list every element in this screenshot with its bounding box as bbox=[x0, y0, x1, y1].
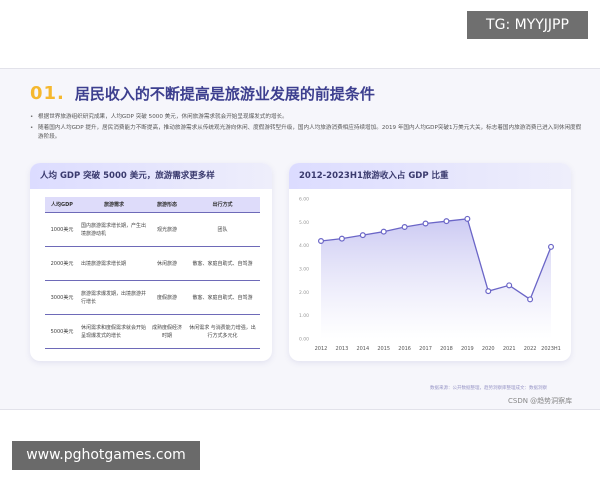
table-cell: 国内旅游需求增长期，产生出境旅游动机 bbox=[79, 212, 149, 247]
table-cell: 5000美元 bbox=[45, 314, 79, 349]
x-tick-label: 2018 bbox=[440, 346, 453, 352]
table-cell: 休闲需求和度假需求就会开始呈现爆发式的增长 bbox=[79, 314, 149, 349]
data-point bbox=[359, 232, 366, 239]
x-tick-label: 2023H1 bbox=[541, 346, 561, 352]
column-header: 旅游形态 bbox=[149, 197, 185, 213]
data-point bbox=[401, 223, 408, 230]
data-point bbox=[548, 243, 555, 250]
data-point bbox=[464, 215, 471, 222]
bullet-dot-icon: • bbox=[30, 125, 34, 131]
table-cell: 散客、家庭自助式、自驾游 bbox=[185, 246, 260, 281]
data-point bbox=[338, 235, 345, 242]
x-tick-label: 2014 bbox=[356, 346, 369, 352]
y-tick-label: 2.00 bbox=[299, 290, 309, 296]
y-tick-label: 0.00 bbox=[299, 337, 309, 343]
data-point bbox=[380, 228, 387, 235]
table-cell: 2000美元 bbox=[45, 246, 79, 281]
bullet-list: • 根据世界旅游组织研究成果，人均GDP 突破 5000 美元，休闲旅游需求就会… bbox=[30, 113, 585, 144]
csdn-watermark: CSDN @趋势洞察库 bbox=[508, 397, 573, 405]
x-tick-label: 2022 bbox=[524, 346, 537, 352]
table-cell: 成熟度假经济时期 bbox=[149, 314, 185, 349]
column-header: 人均GDP bbox=[45, 197, 79, 213]
table-cell: 团队 bbox=[185, 212, 260, 247]
table-cell: 1000美元 bbox=[45, 212, 79, 247]
table-row: 3000美元 旅游需求爆发期，出境旅游并行增长 度假旅游 散客、家庭自助式、自驾… bbox=[45, 280, 260, 315]
section-title: 居民收入的不断提高是旅游业发展的前提条件 bbox=[74, 85, 375, 103]
data-point bbox=[422, 220, 429, 227]
x-tick-label: 2013 bbox=[336, 346, 349, 352]
table-cell: 3000美元 bbox=[45, 280, 79, 315]
tourism-chart-panel: 2012-2023H1旅游收入占 GDP 比重 6.00 5.00 4.00 3.00… bbox=[289, 163, 571, 361]
table-cell: 休闲旅游 bbox=[149, 246, 185, 281]
y-tick-label: 1.00 bbox=[299, 313, 309, 319]
table-cell: 出境旅游需求增长期 bbox=[79, 246, 149, 281]
table-row: 5000美元 休闲需求和度假需求就会开始呈现爆发式的增长 成熟度假经济时期 休闲… bbox=[45, 314, 260, 349]
gdp-table-panel: 人均 GDP 突破 5000 美元，旅游需求更多样 人均GDP 旅游需求 旅游形… bbox=[30, 163, 272, 361]
table-row: 2000美元 出境旅游需求增长期 休闲旅游 散客、家庭自助式、自驾游 bbox=[45, 246, 260, 281]
bullet-item: • 根据世界旅游组织研究成果，人均GDP 突破 5000 美元，休闲旅游需求就会… bbox=[30, 113, 585, 122]
x-tick-label: 2019 bbox=[461, 346, 474, 352]
y-tick-label: 3.00 bbox=[299, 267, 309, 273]
bullet-item: • 随着国内人均GDP 提升，居民消费能力不断提高，推动旅游需求从传统观光游向休… bbox=[30, 124, 585, 142]
table-cell: 度假旅游 bbox=[149, 280, 185, 315]
gdp-table: 人均GDP 旅游需求 旅游形态 出行方式 1000美元 国内旅游需求增长期，产生… bbox=[45, 197, 260, 349]
column-header: 旅游需求 bbox=[79, 197, 149, 213]
x-tick-label: 2016 bbox=[398, 346, 411, 352]
slide-card: 01. 居民收入的不断提高是旅游业发展的前提条件 • 根据世界旅游组织研究成果，… bbox=[0, 68, 600, 410]
bullet-text: 根据世界旅游组织研究成果，人均GDP 突破 5000 美元，休闲旅游需求就会开始… bbox=[38, 114, 288, 120]
chart-title: 2012-2023H1旅游收入占 GDP 比重 bbox=[289, 163, 571, 189]
x-tick-label: 2017 bbox=[419, 346, 432, 352]
section-number: 01. bbox=[30, 83, 65, 104]
y-tick-label: 6.00 bbox=[299, 197, 309, 203]
bullet-dot-icon: • bbox=[30, 114, 34, 120]
data-point bbox=[318, 237, 325, 244]
x-tick-label: 2021 bbox=[503, 346, 516, 352]
table-row: 1000美元 国内旅游需求增长期，产生出境旅游动机 观光旅游 团队 bbox=[45, 212, 260, 247]
source-note: 数据来源：公开数据整理，趋势洞察库整理成文：数据洞察 bbox=[430, 386, 547, 391]
x-tick-label: 2015 bbox=[377, 346, 390, 352]
x-tick-label: 2012 bbox=[315, 346, 328, 352]
x-tick-label: 2020 bbox=[482, 346, 495, 352]
y-tick-label: 5.00 bbox=[299, 220, 309, 226]
bullet-text: 随着国内人均GDP 提升，居民消费能力不断提高，推动旅游需求从传统观光游向休闲、… bbox=[38, 125, 582, 140]
data-point bbox=[485, 288, 492, 295]
gdp-table-title: 人均 GDP 突破 5000 美元，旅游需求更多样 bbox=[30, 163, 272, 189]
data-point bbox=[443, 218, 450, 225]
bottom-watermark-badge: www.pghotgames.com bbox=[12, 441, 200, 470]
table-header-row: 人均GDP 旅游需求 旅游形态 出行方式 bbox=[45, 197, 260, 213]
slide-title: 01. 居民收入的不断提高是旅游业发展的前提条件 bbox=[30, 83, 375, 104]
table-cell: 旅游需求爆发期，出境旅游并行增长 bbox=[79, 280, 149, 315]
tourism-gdp-chart: 6.00 5.00 4.00 3.00 2.00 1.00 0.00 2012 2013 2014… bbox=[299, 197, 561, 353]
table-cell: 散客、家庭自助式、自驾游 bbox=[185, 280, 260, 315]
table-cell: 休闲需求 与消费能力增强，出行方式多元化 bbox=[185, 314, 260, 349]
top-watermark-badge: TG: MYYJJPP bbox=[467, 11, 588, 39]
data-point bbox=[527, 296, 534, 303]
y-tick-label: 4.00 bbox=[299, 243, 309, 249]
column-header: 出行方式 bbox=[185, 197, 260, 213]
table-cell: 观光旅游 bbox=[149, 212, 185, 247]
data-point bbox=[506, 282, 513, 289]
